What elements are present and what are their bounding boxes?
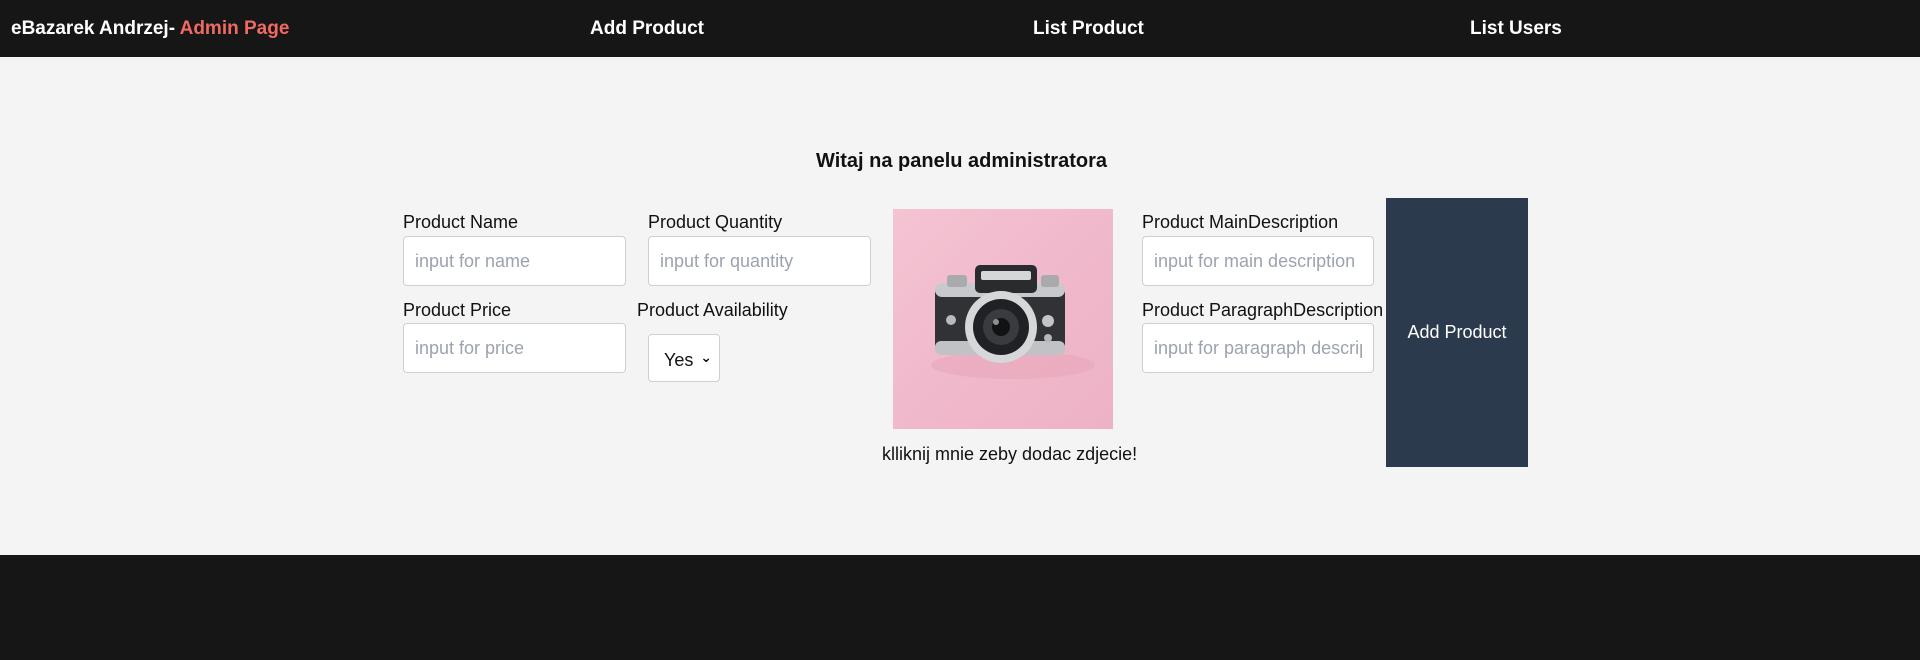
availability-selected-value: Yes — [664, 350, 694, 370]
product-photo-upload[interactable] — [893, 209, 1113, 429]
product-name-input[interactable] — [403, 236, 626, 286]
product-availability-label: Product Availability — [637, 300, 788, 320]
page-title: Witaj na panelu administratora — [816, 150, 1107, 172]
brand-admin-page: Admin Page — [179, 18, 290, 39]
photo-upload-caption[interactable]: klliknij mnie zeby dodac zdjecie! — [882, 444, 1137, 465]
top-navbar: eBazarek Andrzej- Admin Page Add Product… — [0, 0, 1920, 57]
paragraph-description-input[interactable] — [1142, 323, 1374, 373]
chevron-down-icon: ⌄ — [700, 349, 712, 365]
nav-add-product[interactable]: Add Product — [590, 18, 704, 40]
brand-title[interactable]: eBazarek Andrzej- Admin Page — [11, 18, 289, 40]
main-description-input[interactable] — [1142, 236, 1374, 286]
nav-list-users[interactable]: List Users — [1470, 18, 1562, 40]
brand-prefix: eBazarek Andrzej- — [11, 18, 180, 39]
product-quantity-label: Product Quantity — [648, 212, 783, 232]
add-product-button[interactable]: Add Product — [1386, 198, 1528, 467]
product-quantity-input[interactable] — [648, 236, 871, 286]
product-price-input[interactable] — [403, 323, 626, 373]
camera-photo-icon — [931, 265, 1095, 379]
nav-list-product[interactable]: List Product — [1033, 18, 1144, 40]
product-name-label: Product Name — [403, 212, 519, 232]
footer — [0, 555, 1920, 660]
product-price-label: Product Price — [403, 300, 512, 320]
availability-select[interactable]: Yes ⌄ — [648, 334, 720, 382]
main-description-label: Product MainDescription — [1142, 212, 1339, 232]
paragraph-description-label: Product ParagraphDescription — [1142, 300, 1384, 320]
